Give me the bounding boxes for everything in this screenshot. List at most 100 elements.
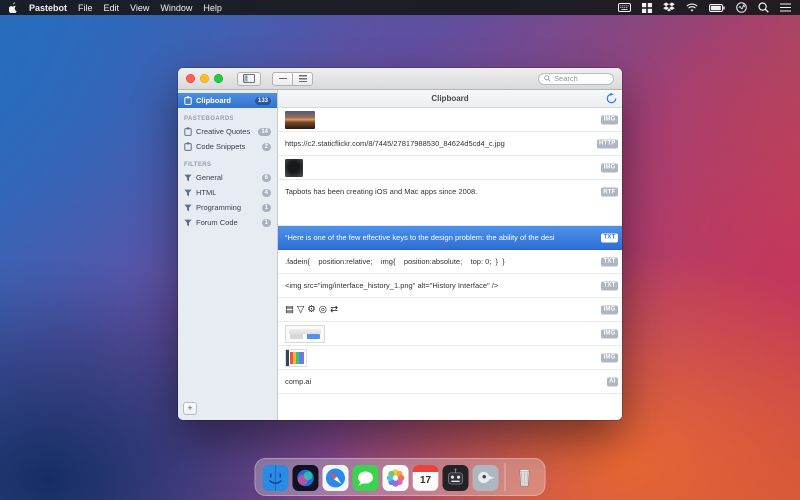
app-menu-pastebot[interactable]: Pastebot: [29, 3, 67, 13]
clip-item-3[interactable]: Tapbots has been creating iOS and Mac ap…: [278, 180, 622, 226]
type-badge: IMG: [601, 329, 618, 338]
type-badge: IMG: [601, 353, 618, 362]
dock-items: 17: [263, 463, 538, 491]
keyboard-icon[interactable]: [618, 3, 631, 12]
clipboard-list: IMG https://c2.staticflickr.com/8/7445/27…: [278, 108, 622, 420]
sidebar-item-html[interactable]: HTML4: [178, 185, 277, 200]
menu-window[interactable]: Window: [160, 3, 192, 13]
clip-item-0[interactable]: IMG: [278, 108, 622, 132]
dock-item-photos[interactable]: [383, 465, 409, 491]
menu-status-icons: [618, 2, 791, 13]
type-badge: TXT: [601, 257, 618, 266]
thumbnail-sunset-image: [285, 111, 315, 129]
dock-item-trash[interactable]: [512, 465, 538, 491]
clip-item-5[interactable]: .fadein{ position:relative; img{ positio…: [278, 250, 622, 274]
sidebar-item-code-snippets[interactable]: Code Snippets2: [178, 139, 277, 154]
zoom-button[interactable]: [214, 74, 223, 83]
type-badge: TXT: [601, 233, 618, 242]
pasteboard-icon: [184, 127, 192, 136]
minimize-button[interactable]: [200, 74, 209, 83]
grid-icon[interactable]: [642, 3, 652, 13]
clip-item-text: comp.ai: [285, 377, 311, 386]
desktop: Pastebot File Edit View Window Help Search: [0, 0, 800, 500]
menu-edit[interactable]: Edit: [104, 3, 120, 13]
sidebar-item-clipboard[interactable]: Clipboard 133: [178, 93, 277, 108]
pasteboard-icon: [184, 142, 192, 151]
view-compact-button[interactable]: [272, 72, 293, 86]
clip-item-1[interactable]: https://c2.staticflickr.com/8/7445/27817…: [278, 132, 622, 156]
window-titlebar[interactable]: Search: [178, 68, 622, 90]
thumbnail-tshirt-image: [285, 159, 303, 177]
count-badge: 1: [262, 204, 271, 212]
filter-icon: [184, 189, 192, 197]
type-badge: IMG: [601, 115, 618, 124]
sidebar-item-programming[interactable]: Programming1: [178, 200, 277, 215]
menu-view[interactable]: View: [130, 3, 149, 13]
type-badge: TXT: [601, 281, 618, 290]
clip-item-7[interactable]: ▤▽⚙◎⇄IMG: [278, 298, 622, 322]
type-badge: AI: [607, 377, 618, 386]
list-lines-icon: [299, 75, 307, 82]
thumbnail-colorful-image: [285, 349, 307, 367]
dock-item-calendar[interactable]: 17: [413, 465, 439, 491]
thumbnail-dialog-image: [285, 325, 325, 343]
sidebar-item-label: Forum Code: [196, 218, 238, 227]
type-badge: HTTP: [597, 139, 618, 148]
sidebar-item-label: Clipboard: [196, 96, 231, 105]
notification-center-icon[interactable]: [780, 3, 791, 12]
clip-item-6[interactable]: <img src="img/interface_history_1.png" a…: [278, 274, 622, 298]
dock-item-siri[interactable]: [293, 465, 319, 491]
calendar-icon: 17: [413, 465, 439, 491]
clip-item-4[interactable]: “Here is one of the few effective keys t…: [278, 226, 622, 250]
clip-item-2[interactable]: IMG: [278, 156, 622, 180]
search-icon: [544, 75, 551, 82]
type-badge: RTF: [601, 188, 618, 197]
battery-icon[interactable]: [709, 4, 725, 12]
sidebar-item-creative-quotes[interactable]: Creative Quotes14: [178, 124, 277, 139]
menu-file[interactable]: File: [78, 3, 93, 13]
filter-icon: [184, 174, 192, 182]
apple-menu[interactable]: [9, 2, 18, 13]
clip-item-text: “Here is one of the few effective keys t…: [285, 233, 555, 242]
dropbox-icon[interactable]: [663, 2, 675, 13]
menu-help[interactable]: Help: [203, 3, 222, 13]
close-button[interactable]: [186, 74, 195, 83]
sidebar-item-general[interactable]: General6: [178, 170, 277, 185]
window-body: Clipboard 133 PASTEBOARDSCreative Quotes…: [178, 90, 622, 420]
sidebar-item-label: Creative Quotes: [196, 127, 250, 136]
wifi-icon[interactable]: [686, 3, 698, 12]
dock-item-pastebot[interactable]: [443, 465, 469, 491]
dock-item-finder[interactable]: [263, 465, 289, 491]
clip-item-9[interactable]: IMG: [278, 346, 622, 370]
sidebar-item-label: General: [196, 173, 223, 182]
search-input[interactable]: Search: [538, 73, 614, 85]
spotlight-icon[interactable]: [758, 2, 769, 13]
count-badge: 4: [262, 189, 271, 197]
main-pane: Clipboard IMG https://c2.staticflickr.com…: [278, 90, 622, 420]
clip-item-text: https://c2.staticflickr.com/8/7445/27817…: [285, 139, 505, 148]
sync-icon: [606, 93, 617, 104]
view-mode-segmented-control: [272, 72, 313, 86]
dock-item-safari[interactable]: [323, 465, 349, 491]
add-pasteboard-button[interactable]: +: [183, 402, 197, 415]
menu-bar: Pastebot File Edit View Window Help: [0, 0, 800, 15]
dock-divider: [505, 463, 506, 491]
sidebar-toggle-button[interactable]: [237, 72, 261, 86]
clip-item-8[interactable]: IMG: [278, 322, 622, 346]
sidebar-item-label: Code Snippets: [196, 142, 245, 151]
dock-item-tweetbot[interactable]: [473, 465, 499, 491]
sidebar-toggle-icon: [243, 74, 255, 83]
sync-button[interactable]: [606, 93, 617, 104]
single-line-icon: [279, 78, 287, 79]
sidebar-section-title-filters: FILTERS: [184, 162, 271, 168]
siri-icon[interactable]: [736, 2, 747, 13]
dock-item-messages[interactable]: [353, 465, 379, 491]
main-header: Clipboard: [278, 90, 622, 108]
clip-item-10[interactable]: comp.ai AI: [278, 370, 622, 394]
clip-glyph-icons: ▤▽⚙◎⇄: [285, 304, 341, 315]
filter-icon: [184, 219, 192, 227]
type-badge: IMG: [601, 163, 618, 172]
view-list-button[interactable]: [292, 72, 313, 86]
sidebar-item-forum-code[interactable]: Forum Code1: [178, 215, 277, 230]
sidebar-footer: +: [178, 394, 277, 420]
